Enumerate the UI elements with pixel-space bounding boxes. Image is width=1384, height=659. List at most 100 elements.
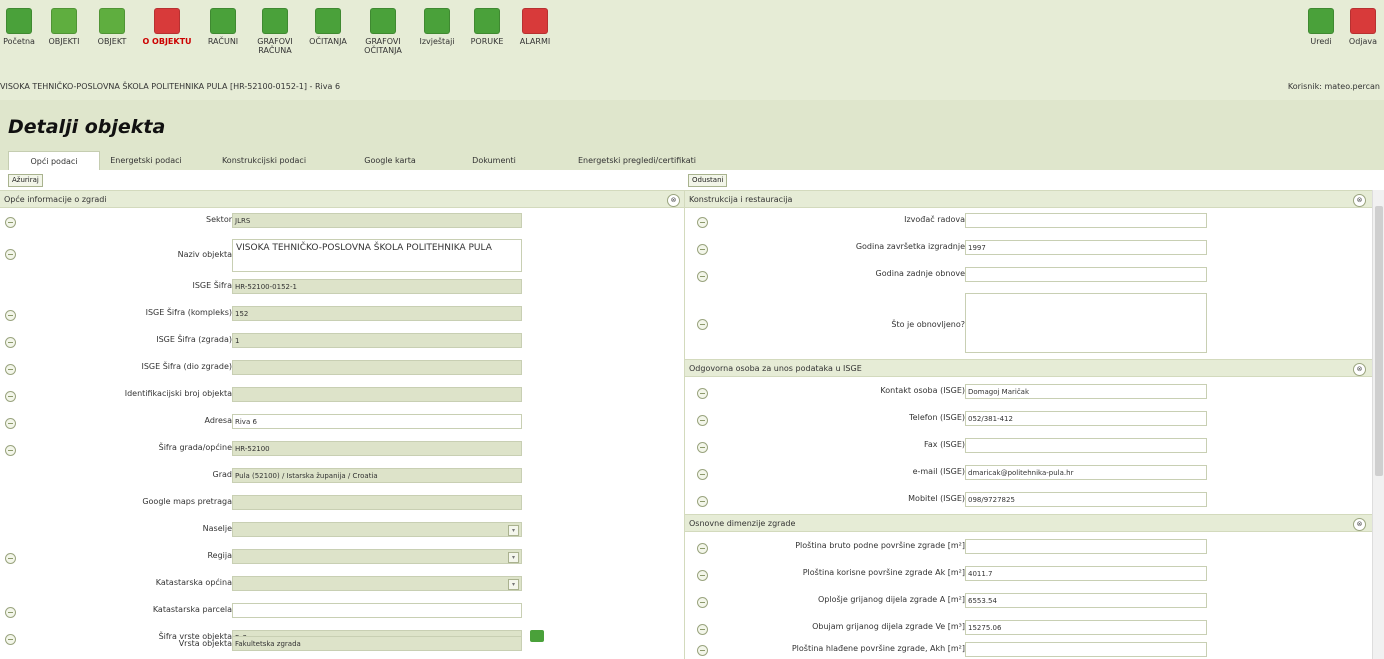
status-ok-icon	[5, 445, 16, 456]
row-godina-zavrsetka: Godina završetka izgradnje 1997	[685, 237, 1373, 261]
mobitel-input[interactable]: 098/9727825	[965, 492, 1207, 507]
row-fax: Fax (ISGE)	[685, 435, 1373, 459]
readings-chart-icon	[370, 8, 396, 34]
status-ok-icon	[5, 391, 16, 402]
row-hladena-povrsina: Ploština hlađene površine zgrade, Akh [m…	[685, 640, 1373, 659]
tab-konstrukcijski-podaci[interactable]: Konstrukcijski podaci	[194, 151, 334, 170]
nav-item-o-objektu[interactable]: O OBJEKTU	[136, 8, 198, 46]
field-label: Obujam grijanog dijela zgrade Ve [m³]	[812, 622, 965, 631]
field-label: Katastarska parcela	[152, 605, 232, 614]
collapse-icon[interactable]: ⊗	[1353, 194, 1366, 207]
field-label: Telefon (ISGE)	[909, 413, 965, 422]
status-ok-icon	[5, 249, 16, 260]
row-oplosje: Oplošje grijanog dijela zgrade A [m²] 65…	[685, 590, 1373, 614]
izvodac-input[interactable]	[965, 213, 1207, 228]
nav-label: OBJEKTI	[48, 37, 80, 46]
status-ok-icon	[697, 645, 708, 656]
nav-label: ALARMI	[519, 37, 551, 46]
naziv-objekta-textarea[interactable]: VISOKA TEHNIČKO-POSLOVNA ŠKOLA POLITEHNI…	[232, 239, 522, 272]
field-label: Regija	[207, 551, 232, 560]
field-label: Što je obnovljeno?	[891, 320, 965, 329]
naselje-select[interactable]: ▾	[232, 522, 522, 537]
katastarska-parcela-input[interactable]	[232, 603, 522, 618]
nav-item-poruke[interactable]: PORUKE	[462, 8, 512, 46]
row-grad: Grad Pula (52100) / Istarska županija / …	[0, 465, 684, 489]
nav-label: GRAFOVI OČITANJA	[364, 37, 402, 55]
obujam-input[interactable]: 15275.06	[965, 620, 1207, 635]
field-label: Izvođač radova	[904, 215, 965, 224]
status-ok-icon	[5, 418, 16, 429]
status-ok-icon	[5, 553, 16, 564]
status-ok-icon	[5, 217, 16, 228]
nav-item-odjava[interactable]: Odjava	[1342, 8, 1384, 46]
telefon-input[interactable]: 052/381-412	[965, 411, 1207, 426]
tab-energetski-podaci[interactable]: Energetski podaci	[98, 151, 194, 170]
oplosje-input[interactable]: 6553.54	[965, 593, 1207, 608]
tab-google-karta[interactable]: Google karta	[334, 151, 446, 170]
godina-obnove-input[interactable]	[965, 267, 1207, 282]
row-sto-obnovljeno: Što je obnovljeno?	[685, 291, 1373, 353]
status-ok-icon	[697, 570, 708, 581]
kontakt-osoba-input[interactable]: Domagoj Maričak	[965, 384, 1207, 399]
field-label: Mobitel (ISGE)	[908, 494, 965, 503]
collapse-icon[interactable]: ⊗	[1353, 363, 1366, 376]
status-ok-icon	[697, 597, 708, 608]
odustani-button[interactable]: Odustani	[688, 174, 728, 187]
row-korisna-povrsina: Ploština korisne površine zgrade Ak [m²]…	[685, 563, 1373, 587]
section-title: Osnovne dimenzije zgrade	[689, 519, 796, 528]
nav-item-racuni[interactable]: RAČUNI	[198, 8, 248, 46]
field-label: ISGE Šifra	[192, 281, 232, 290]
row-isge-dio: ISGE Šifra (dio zgrade)	[0, 357, 684, 381]
nav-item-grafovi-racuna[interactable]: GRAFOVI RAČUNA	[248, 8, 302, 55]
tab-dokumenti[interactable]: Dokumenti	[446, 151, 542, 170]
row-isge-zgrada: ISGE Šifra (zgrada) 1	[0, 330, 684, 354]
object-icon	[99, 8, 125, 34]
nav-item-ocitanja[interactable]: OČITANJA	[302, 8, 354, 46]
row-isge-kompleks: ISGE Šifra (kompleks) 152	[0, 303, 684, 327]
isge-dio-field	[232, 360, 522, 375]
row-katastarska-parcela: Katastarska parcela	[0, 600, 684, 624]
korisna-povrsina-input[interactable]: 4011.7	[965, 566, 1207, 581]
nav-label: PORUKE	[470, 37, 504, 46]
hladena-povrsina-input[interactable]	[965, 642, 1207, 657]
godina-zavrsetka-input[interactable]: 1997	[965, 240, 1207, 255]
azuriraj-button[interactable]: Ažuriraj	[8, 174, 43, 187]
katastarska-opcina-select[interactable]: ▾	[232, 576, 522, 591]
regija-select[interactable]: ▾	[232, 549, 522, 564]
sifra-grada-field: HR-52100	[232, 441, 522, 456]
sto-obnovljeno-textarea[interactable]	[965, 293, 1207, 353]
field-label: Vrsta objekta	[178, 639, 232, 648]
tab-opci-podaci[interactable]: Opći podaci	[8, 151, 100, 171]
status-ok-icon	[697, 388, 708, 399]
nav-item-izvjestaji[interactable]: Izvještaji	[412, 8, 462, 46]
tab-energetski-pregledi[interactable]: Energetski pregledi/certifikati	[542, 151, 732, 170]
field-label: Fax (ISGE)	[924, 440, 965, 449]
alarms-icon	[522, 8, 548, 34]
google-maps-search-input[interactable]	[232, 495, 522, 510]
field-label: ISGE Šifra (dio zgrade)	[141, 362, 232, 371]
row-mobitel: Mobitel (ISGE) 098/9727825	[685, 489, 1373, 513]
tab-bar: Opći podaci Energetski podaci Konstrukci…	[0, 148, 1384, 171]
adresa-input[interactable]: Riva 6	[232, 414, 522, 429]
bruto-povrsina-input[interactable]	[965, 539, 1207, 554]
row-isge-sifra: ISGE Šifra HR-52100-0152-1	[0, 276, 684, 300]
nav-item-grafovi-ocitanja[interactable]: GRAFOVI OČITANJA	[354, 8, 412, 55]
nav-label: O OBJEKTU	[142, 37, 192, 46]
collapse-icon[interactable]: ⊗	[667, 194, 680, 207]
scrollbar-thumb[interactable]	[1375, 206, 1383, 476]
fax-input[interactable]	[965, 438, 1207, 453]
email-input[interactable]: dmaricak@politehnika-pula.hr	[965, 465, 1207, 480]
messages-icon	[474, 8, 500, 34]
nav-item-uredi[interactable]: Uredi	[1300, 8, 1342, 46]
nav-item-alarmi[interactable]: ALARMI	[512, 8, 558, 46]
nav-item-objekti[interactable]: OBJEKTI	[40, 8, 88, 46]
vertical-scrollbar[interactable]	[1372, 190, 1384, 659]
collapse-icon[interactable]: ⊗	[1353, 518, 1366, 531]
nav-item-pocetna[interactable]: Početna	[0, 8, 38, 46]
nav-item-objekt[interactable]: OBJEKT	[88, 8, 136, 46]
status-ok-icon	[697, 217, 708, 228]
row-naziv-objekta: Naziv objekta VISOKA TEHNIČKO-POSLOVNA Š…	[0, 237, 684, 273]
nav-label: Uredi	[1310, 37, 1332, 46]
breadcrumb: VISOKA TEHNIČKO-POSLOVNA ŠKOLA POLITEHNI…	[0, 82, 341, 91]
bills-icon	[210, 8, 236, 34]
